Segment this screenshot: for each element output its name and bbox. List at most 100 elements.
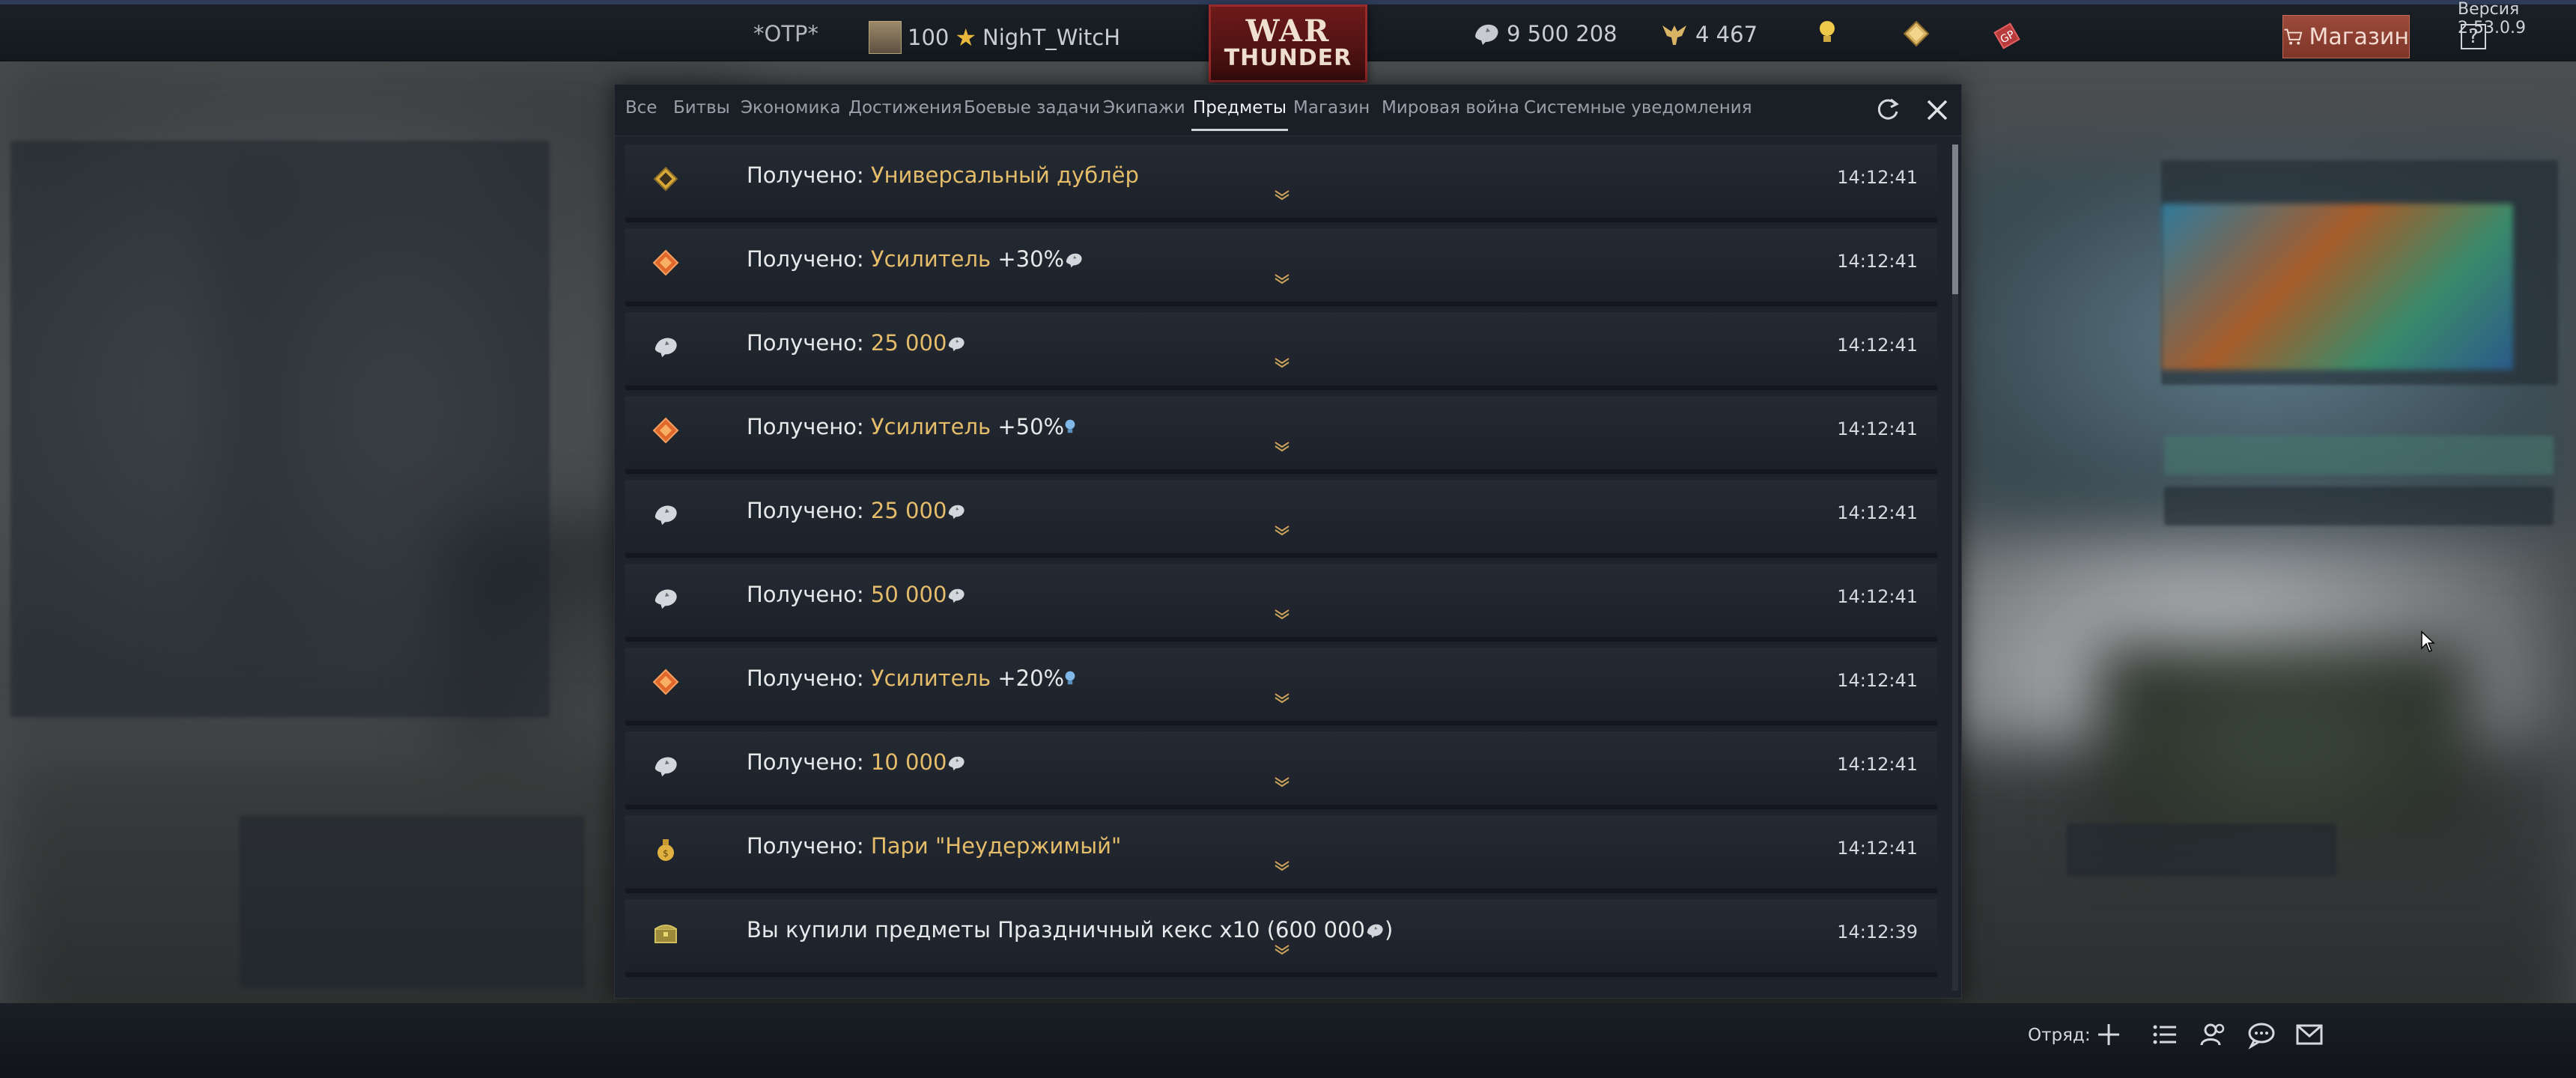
svg-text:$: $	[663, 848, 669, 859]
golden-eagle-icon	[1662, 25, 1686, 45]
expand-chevron-icon[interactable]	[1272, 773, 1292, 788]
silver-lion-icon	[947, 500, 966, 520]
notification-item-name[interactable]: Усилитель	[871, 414, 991, 439]
background-toolbar	[2067, 823, 2336, 876]
logo-text-war: WAR	[1245, 13, 1331, 49]
notification-text: Получено: Усилитель +50%	[747, 414, 1076, 439]
scrollbar-thumb[interactable]	[1952, 144, 1958, 294]
tab-battles[interactable]: Битвы	[673, 98, 730, 118]
notification-suffix: )	[1384, 917, 1394, 943]
notification-row[interactable]: Получено: Усилитель +50% 14:12:41	[625, 396, 1937, 474]
expand-chevron-icon[interactable]	[1272, 270, 1292, 285]
notification-text: Получено: 25 000	[747, 498, 966, 523]
background-vehicle-panel	[10, 141, 550, 717]
notification-item-name[interactable]: 10 000	[871, 749, 947, 775]
expand-chevron-icon[interactable]	[1272, 606, 1292, 621]
expand-chevron-icon[interactable]	[1272, 522, 1292, 537]
expand-chevron-icon[interactable]	[1272, 689, 1292, 704]
expand-chevron-icon[interactable]	[1272, 186, 1292, 201]
silver-lion-icon	[652, 501, 679, 528]
silver-lion-icon	[652, 585, 679, 612]
notification-prefix: Получено:	[747, 330, 871, 356]
golden-eagles-value: 4 467	[1695, 22, 1758, 47]
notifications-window: Все Битвы Экономика Достижения Боевые за…	[614, 84, 1962, 999]
notification-row[interactable]: Получено: 10 000 14:12:41	[625, 731, 1937, 809]
expand-chevron-icon[interactable]	[1272, 354, 1292, 369]
notification-row[interactable]: Вы купили предметы Праздничный кекс x10 …	[625, 899, 1937, 977]
notification-text: Получено: Усилитель +20%	[747, 666, 1076, 691]
silver-lion-icon	[652, 333, 679, 360]
notification-item-name[interactable]: Пари "Неудержимый"	[871, 833, 1121, 859]
player-info[interactable]: 100 ★ NighT_WitcH	[869, 21, 1120, 54]
notification-prefix: Получено:	[747, 414, 871, 439]
notification-prefix: Получено:	[747, 833, 871, 859]
notification-row[interactable]: Получено: 25 000 14:12:41	[625, 480, 1937, 558]
research-point-icon	[1064, 668, 1076, 686]
notification-text: Вы купили предметы Праздничный кекс x10 …	[747, 917, 1393, 943]
notification-item-name[interactable]: Универсальный дублёр	[871, 162, 1139, 188]
logo-text-thunder: THUNDER	[1224, 45, 1352, 71]
mail-icon[interactable]	[2294, 1020, 2324, 1050]
notification-row[interactable]: Получено: Усилитель +30% 14:12:41	[625, 228, 1937, 306]
tab-shop[interactable]: Магазин	[1293, 98, 1370, 118]
silver-lion-icon	[947, 332, 966, 352]
plus-icon[interactable]	[2094, 1020, 2124, 1050]
lightbulb-icon[interactable]	[1817, 19, 1838, 45]
notification-suffix: +20%	[991, 666, 1065, 691]
notification-time: 14:12:41	[1837, 586, 1918, 607]
player-name: NighT_WitcH	[982, 25, 1121, 50]
tab-all[interactable]: Все	[625, 98, 657, 118]
tab-achievements[interactable]: Достижения	[848, 98, 962, 118]
notification-list[interactable]: Получено: Универсальный дублёр 14:12:41 По…	[625, 144, 1942, 990]
notification-time: 14:12:41	[1837, 838, 1918, 859]
avatar[interactable]	[869, 21, 902, 54]
player-level: 100	[908, 25, 950, 50]
notification-time: 14:12:41	[1837, 670, 1918, 691]
tab-items[interactable]: Предметы	[1191, 98, 1289, 131]
expand-chevron-icon[interactable]	[1272, 941, 1292, 956]
notification-row[interactable]: Получено: 50 000 14:12:41	[625, 564, 1937, 642]
silver-lions-balance[interactable]: 9 500 208	[1472, 21, 1617, 46]
expand-chevron-icon[interactable]	[1272, 438, 1292, 453]
premium-diamond-icon[interactable]	[1904, 21, 1929, 46]
otp-label[interactable]: *OTP*	[753, 21, 818, 46]
notification-time: 14:12:41	[1837, 754, 1918, 775]
notification-item-name[interactable]: 25 000	[871, 498, 947, 523]
notification-row[interactable]: Получено: 25 000 14:12:41	[625, 312, 1937, 390]
notification-item-name[interactable]: 50 000	[871, 582, 947, 607]
notification-prefix: Вы купили предметы Праздничный кекс x10 …	[747, 917, 1365, 943]
bottom-bar: Отряд:	[0, 1003, 2576, 1078]
silver-lion-icon	[947, 584, 966, 603]
refresh-icon[interactable]	[1873, 95, 1903, 125]
notification-item-name[interactable]: 25 000	[871, 330, 947, 356]
booster-icon	[652, 669, 679, 695]
tab-system-notifications[interactable]: Системные уведомления	[1524, 98, 1752, 118]
close-icon[interactable]	[1922, 95, 1952, 125]
notification-time: 14:12:41	[1837, 167, 1918, 188]
notification-time: 14:12:39	[1837, 922, 1918, 943]
chat-icon[interactable]	[2247, 1020, 2276, 1050]
gift-points-icon[interactable]: GP	[1992, 21, 2022, 51]
golden-eagles-balance[interactable]: 4 467	[1659, 21, 1758, 48]
scrollbar[interactable]	[1952, 144, 1958, 990]
contacts-icon[interactable]	[2199, 1020, 2229, 1050]
notification-prefix: Получено:	[747, 498, 871, 523]
notification-item-name[interactable]: Усилитель	[871, 666, 991, 691]
notification-text: Получено: 50 000	[747, 582, 966, 607]
notification-item-name[interactable]: Усилитель	[871, 246, 991, 272]
version-label: Версия 2.53.0.9	[2458, 0, 2526, 37]
notification-row[interactable]: $ Получено: Пари "Неудержимый" 14:12:41	[625, 815, 1937, 893]
list-icon[interactable]	[2151, 1020, 2181, 1050]
tab-world-war[interactable]: Мировая война	[1382, 98, 1519, 118]
notification-suffix: +50%	[991, 414, 1065, 439]
tab-crews[interactable]: Экипажи	[1103, 98, 1185, 118]
tab-economy[interactable]: Экономика	[741, 98, 840, 118]
shop-button[interactable]: Магазин	[2282, 15, 2410, 58]
rank-star-icon: ★	[955, 23, 977, 52]
expand-chevron-icon[interactable]	[1272, 857, 1292, 872]
notification-row[interactable]: Получено: Усилитель +20% 14:12:41	[625, 648, 1937, 725]
silver-lion-icon	[1475, 24, 1498, 45]
notification-row[interactable]: Получено: Универсальный дублёр 14:12:41	[625, 144, 1937, 222]
notification-time: 14:12:41	[1837, 418, 1918, 439]
tab-battle-tasks[interactable]: Боевые задачи	[964, 98, 1100, 118]
